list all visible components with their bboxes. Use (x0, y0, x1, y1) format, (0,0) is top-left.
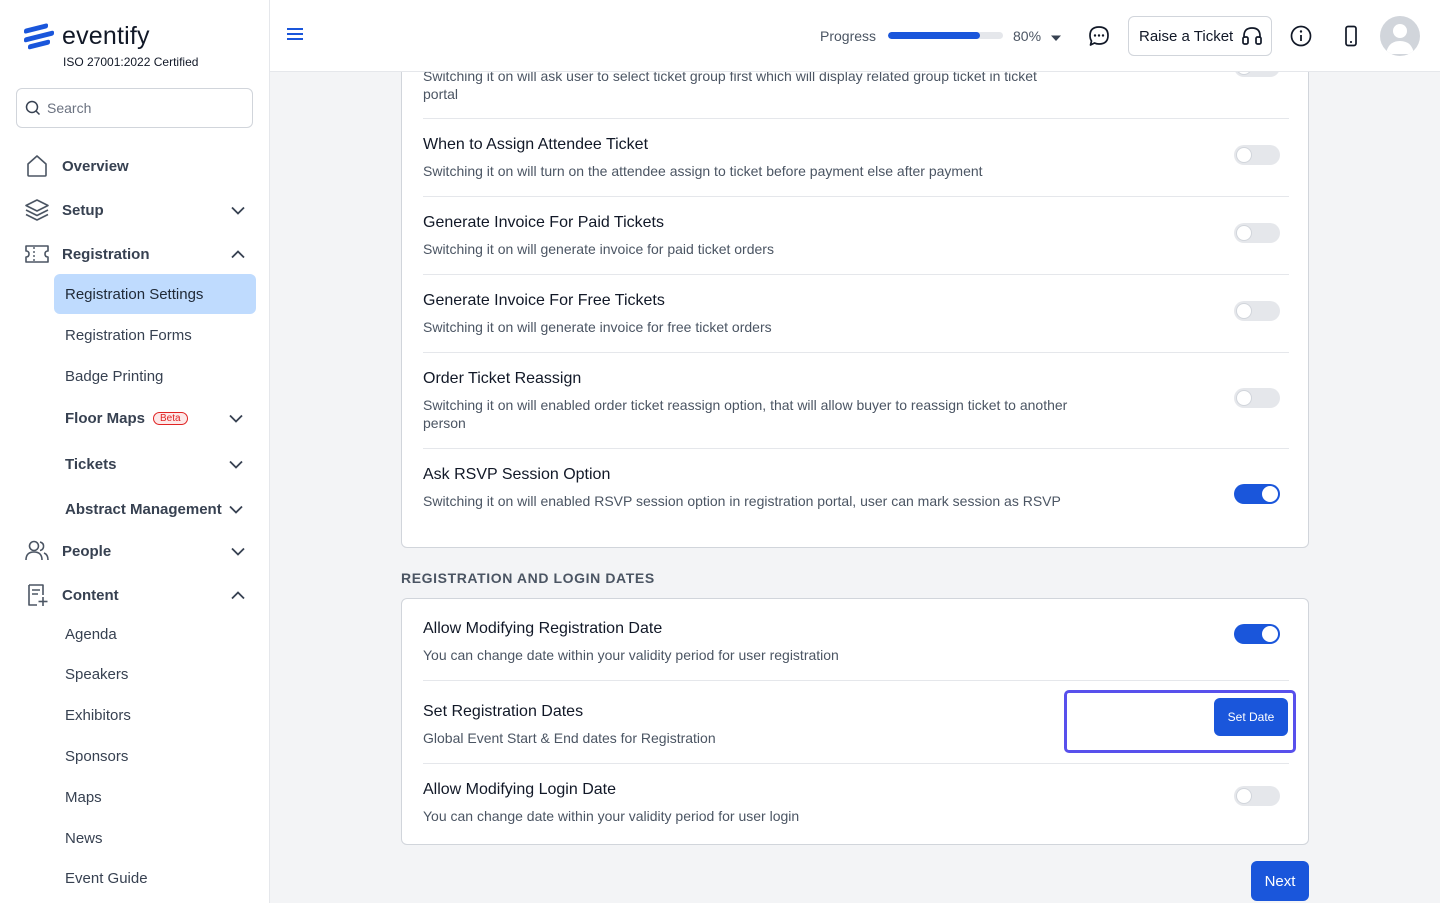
section-title: REGISTRATION AND LOGIN DATES (401, 570, 655, 586)
setting-title: Allow Modifying Login Date (423, 781, 616, 798)
search-input[interactable] (47, 100, 237, 116)
chevron-up-icon[interactable] (230, 587, 246, 603)
setting-description: Switching it on will turn on the attende… (423, 163, 983, 179)
top-header: Progress 80% Raise a Ticket (270, 0, 1440, 72)
sidebar-item-agenda[interactable]: Agenda (54, 614, 256, 654)
caret-down-icon[interactable] (1050, 30, 1062, 48)
setting-title: Set Registration Dates (423, 703, 584, 720)
setting-description: Switching it on will enabled order ticke… (423, 397, 1068, 431)
progress-fill (888, 32, 980, 39)
toggle-invoice-paid[interactable] (1234, 223, 1280, 243)
toggle-invoice-free[interactable] (1234, 301, 1280, 321)
sidebar-item-abstract-management[interactable]: Abstract Management (54, 489, 256, 529)
chevron-down-icon[interactable] (228, 410, 244, 426)
setting-description: Switching it on will enabled RSVP sessio… (423, 493, 1061, 509)
sidebar-item-exhibitors[interactable]: Exhibitors (54, 695, 256, 735)
setting-title: Generate Invoice For Paid Tickets (423, 214, 664, 231)
headset-icon (1241, 25, 1263, 47)
home-icon (24, 153, 50, 179)
sidebar-item-registration[interactable]: Registration (24, 234, 246, 274)
brand-name: eventify (62, 22, 150, 50)
certification-label: ISO 27001:2022 Certified (63, 55, 199, 69)
sidebar-item-sponsors[interactable]: Sponsors (54, 736, 256, 776)
sidebar-item-speakers[interactable]: Speakers (54, 654, 256, 694)
setting-title: Ask RSVP Session Option (423, 466, 611, 483)
ticket-icon (24, 241, 50, 267)
ticket-settings-card: Switching it on will ask user to select … (401, 30, 1309, 548)
sidebar-item-news[interactable]: News (54, 818, 256, 858)
sidebar-item-registration-settings[interactable]: Registration Settings (54, 274, 256, 314)
setting-title: When to Assign Attendee Ticket (423, 136, 649, 153)
sidebar-item-label: Content (62, 586, 119, 604)
next-button[interactable]: Next (1251, 861, 1309, 901)
chevron-down-icon[interactable] (230, 202, 246, 218)
toggle-modify-login-date[interactable] (1234, 786, 1280, 806)
user-icon (1386, 24, 1414, 54)
set-date-button[interactable]: Set Date (1214, 698, 1288, 736)
sidebar-item-event-guide[interactable]: Event Guide (54, 858, 256, 898)
mobile-phone-icon[interactable] (1339, 24, 1363, 48)
users-icon (24, 538, 50, 564)
sidebar-item-label: Overview (62, 157, 129, 175)
setting-title: Generate Invoice For Free Tickets (423, 292, 665, 309)
search-field[interactable] (16, 88, 253, 128)
hamburger-menu-icon[interactable] (286, 26, 304, 47)
divider (423, 196, 1289, 197)
progress-percent: 80% (1013, 28, 1042, 44)
sidebar-item-people[interactable]: People (24, 531, 246, 571)
toggle-modify-registration-date[interactable] (1234, 624, 1280, 644)
sidebar-item-floor-maps[interactable]: Floor Maps Beta (54, 398, 256, 438)
raise-ticket-button[interactable]: Raise a Ticket (1128, 16, 1272, 56)
sidebar-item-registration-forms[interactable]: Registration Forms (54, 315, 256, 355)
registration-date-picker[interactable]: Set Date (1064, 690, 1296, 753)
layers-icon (24, 197, 50, 223)
toggle-attendee-ticket[interactable] (1234, 145, 1280, 165)
setting-title: Order Ticket Reassign (423, 370, 582, 387)
sidebar-item-label: Tickets (65, 455, 117, 473)
document-add-icon (24, 582, 50, 608)
sidebar-item-label: Registration (62, 245, 150, 263)
raise-ticket-label: Raise a Ticket (1139, 27, 1234, 45)
chevron-down-icon[interactable] (228, 456, 244, 472)
toggle-order-reassign[interactable] (1234, 388, 1280, 408)
sidebar-item-content[interactable]: Content (24, 575, 246, 615)
chevron-down-icon[interactable] (230, 543, 246, 559)
chat-icon[interactable] (1087, 24, 1111, 48)
sidebar-item-label: Setup (62, 201, 104, 219)
progress-label: Progress (820, 28, 877, 44)
setting-description: Switching it on will ask user to select … (423, 68, 1037, 102)
sidebar-item-label: People (62, 542, 112, 560)
toggle-rsvp-session[interactable] (1234, 484, 1280, 504)
sidebar-item-maps[interactable]: Maps (54, 777, 256, 817)
chevron-up-icon[interactable] (230, 246, 246, 262)
brand-logo[interactable]: eventify (24, 22, 150, 51)
sidebar-item-label: Floor Maps (65, 409, 146, 427)
user-avatar[interactable] (1380, 16, 1420, 56)
divider (423, 448, 1289, 449)
divider (423, 763, 1289, 764)
setting-description: You can change date within your validity… (423, 808, 800, 824)
sidebar: eventify ISO 27001:2022 Certified Overvi… (0, 0, 270, 903)
divider (423, 118, 1289, 119)
progress-bar (888, 32, 1003, 39)
sidebar-item-setup[interactable]: Setup (24, 190, 246, 230)
info-icon[interactable] (1289, 24, 1313, 48)
sidebar-item-badge-printing[interactable]: Badge Printing (54, 356, 256, 396)
sidebar-item-overview[interactable]: Overview (24, 146, 246, 186)
divider (423, 680, 1289, 681)
setting-description: Global Event Start & End dates for Regis… (423, 730, 716, 746)
sidebar-item-tickets[interactable]: Tickets (54, 444, 256, 484)
search-icon (25, 100, 41, 116)
setting-title: Allow Modifying Registration Date (423, 620, 663, 637)
eventify-logo-icon (24, 22, 54, 51)
setting-description: You can change date within your validity… (423, 647, 839, 663)
dates-card: Allow Modifying Registration Date You ca… (401, 598, 1309, 845)
divider (423, 352, 1289, 353)
beta-badge: Beta (153, 411, 188, 425)
setting-description: Switching it on will generate invoice fo… (423, 241, 774, 257)
sidebar-item-label: Abstract Management (65, 500, 222, 518)
divider (423, 274, 1289, 275)
setting-description: Switching it on will generate invoice fo… (423, 319, 772, 335)
chevron-down-icon[interactable] (228, 501, 244, 517)
